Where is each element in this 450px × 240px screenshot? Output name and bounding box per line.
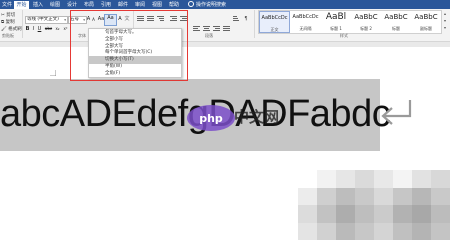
change-case-menu-panel: 句首字母大写。 全部小写 全部大写 每个单词首字母大写(C) 切换大小写(T) … [88, 28, 182, 78]
subscript-button[interactable]: x₂ [54, 26, 61, 32]
styles-gallery: AaBbCcDc 正文 AaBbCcDc 无间隔 AaBl 标题 1 AaBbC… [258, 10, 442, 34]
tab-layout[interactable]: 布局 [82, 1, 96, 9]
ribbon-tab-bar: 文件 开始 插入 绘图 设计 布局 引用 邮件 审阅 视图 帮助 操作说明搜索 [0, 0, 450, 9]
margin-corner-mark [50, 70, 56, 76]
tab-review[interactable]: 审阅 [133, 1, 147, 9]
php-logo-watermark: php [187, 105, 235, 131]
bold-button[interactable]: B [25, 26, 30, 32]
paragraph-mark-icon [381, 100, 412, 125]
style-sample: AaBbCcDc [261, 15, 288, 21]
cut-button[interactable]: ✂ 剪切 [1, 13, 15, 19]
style-sample: AaBbC [354, 13, 378, 21]
copy-label: 复制 [5, 20, 15, 25]
style-subtitle[interactable]: AaBbC 副标题 [411, 11, 441, 33]
align-center-icon[interactable] [203, 26, 210, 32]
group-divider [254, 10, 255, 38]
tab-references[interactable]: 引用 [99, 1, 113, 9]
copy-button[interactable]: ⧉ 复制 [1, 20, 15, 26]
tab-draw[interactable]: 绘图 [48, 1, 62, 9]
tab-design[interactable]: 设计 [65, 1, 79, 9]
style-name: 正文 [270, 27, 279, 32]
style-sample: AaBbCcDc [292, 14, 319, 20]
cut-label: 剪切 [6, 13, 16, 18]
watermark-text: 中文网 [234, 108, 280, 126]
italic-button[interactable]: I [31, 26, 36, 32]
show-marks-icon[interactable]: ¶ [243, 16, 249, 22]
tab-file[interactable]: 文件 [0, 1, 14, 9]
format-painter-label: 格式刷 [8, 27, 22, 32]
style-name: 无间隔 [299, 26, 312, 31]
tell-me-label: 操作说明搜索 [196, 2, 227, 8]
tab-mailings[interactable]: 邮件 [116, 1, 130, 9]
justify-icon[interactable] [223, 26, 230, 32]
logo-text: php [199, 112, 223, 125]
align-left-icon[interactable] [193, 26, 200, 32]
styles-group-label: 样式 [340, 33, 348, 38]
chevron-down-icon: ▾ [64, 18, 66, 22]
style-name: 副标题 [420, 26, 432, 31]
style-no-spacing[interactable]: AaBbCcDc 无间隔 [290, 11, 321, 33]
ribbon-home-panel: ✂ 剪切 ⧉ 复制 🖌 格式刷 剪贴板 等线 (中文正文) ▾ 五号 ▾ A A A… [0, 9, 450, 42]
paragraph-group-label: 段落 [205, 33, 213, 38]
style-normal[interactable]: AaBbCcDc 正文 [259, 11, 290, 33]
style-title[interactable]: AaBbC 标题 [381, 11, 411, 33]
align-right-icon[interactable] [213, 26, 220, 32]
style-heading-1[interactable]: AaBl 标题 1 [321, 11, 351, 33]
underline-button[interactable]: U [37, 26, 42, 32]
tab-help[interactable]: 帮助 [167, 1, 181, 9]
lightbulb-icon [188, 1, 194, 7]
font-name-value: 等线 (中文正文) [27, 17, 59, 22]
style-sample: AaBl [325, 12, 347, 22]
tab-view[interactable]: 视图 [150, 1, 164, 9]
font-name-select[interactable]: 等线 (中文正文) ▾ [25, 16, 68, 24]
change-case-menu: 句首字母大写。 全部小写 全部大写 每个单词首字母大写(C) 切换大小写(T) … [70, 10, 190, 83]
tab-home[interactable]: 开始 [14, 1, 29, 9]
clipboard-group-label: 剪贴板 [2, 33, 14, 38]
sort-icon[interactable] [233, 16, 240, 22]
style-name: 标题 2 [360, 26, 372, 31]
tab-insert[interactable]: 插入 [31, 1, 45, 9]
style-name: 标题 [392, 26, 400, 31]
strikethrough-button[interactable]: abc [44, 26, 53, 32]
styles-scroll[interactable]: ▴ ▾ ▾ [441, 10, 448, 32]
blurred-image [298, 170, 450, 240]
style-sample: AaBbC [414, 13, 438, 21]
tell-me-search[interactable]: 操作说明搜索 [188, 1, 238, 9]
style-name: 标题 1 [330, 26, 342, 31]
style-sample: AaBbC [384, 13, 408, 21]
group-divider [22, 10, 23, 38]
style-heading-2[interactable]: AaBbC 标题 2 [351, 11, 381, 33]
menu-item-full-width[interactable]: 全角(F) [89, 70, 181, 78]
superscript-button[interactable]: x² [62, 26, 69, 32]
